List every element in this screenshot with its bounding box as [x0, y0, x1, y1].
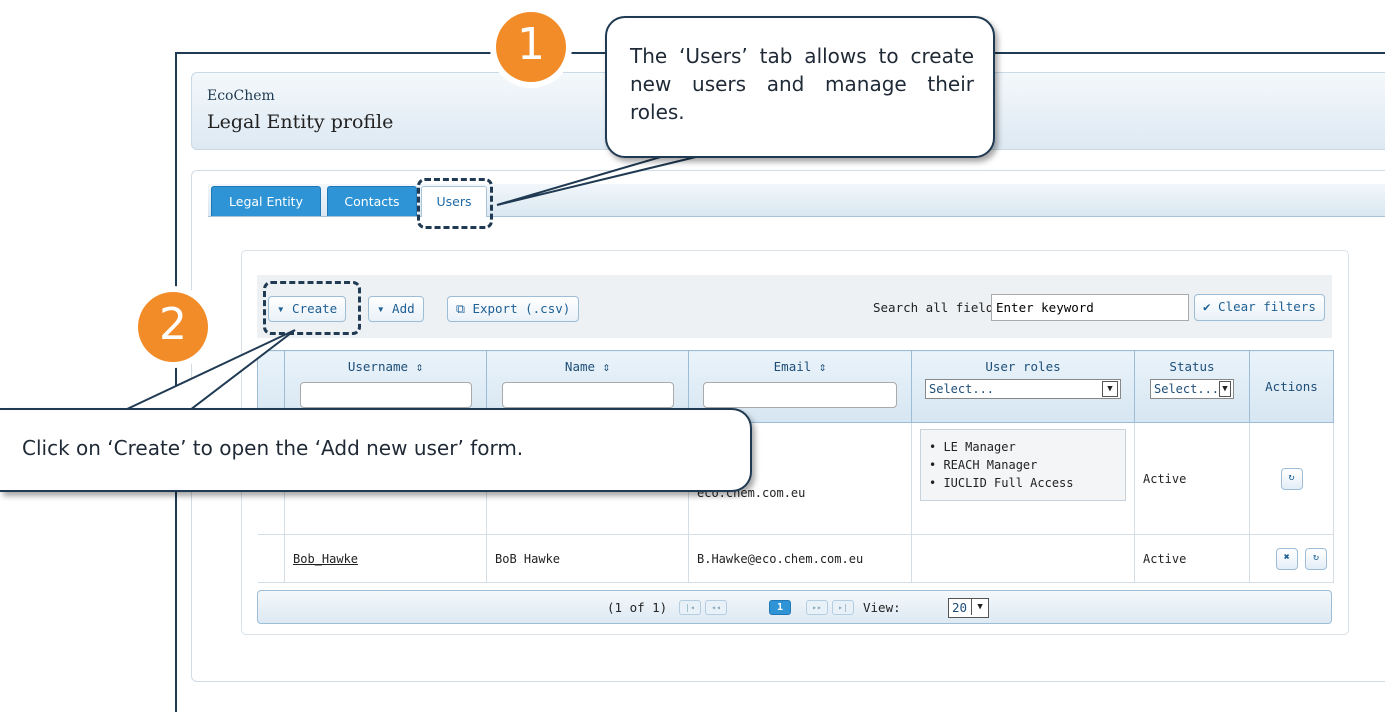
callout1-pointer — [496, 155, 701, 206]
users-tab-callout-text: The ‘Users’ tab allows to create new use… — [630, 44, 974, 124]
step-1-badge: 1 — [496, 12, 566, 82]
step-2-badge: 2 — [138, 292, 208, 362]
users-tab-callout: The ‘Users’ tab allows to create new use… — [605, 16, 995, 158]
create-callout-text: Click on ‘Create’ to open the ‘Add new u… — [22, 436, 524, 460]
create-callout: Click on ‘Create’ to open the ‘Add new u… — [0, 408, 752, 492]
